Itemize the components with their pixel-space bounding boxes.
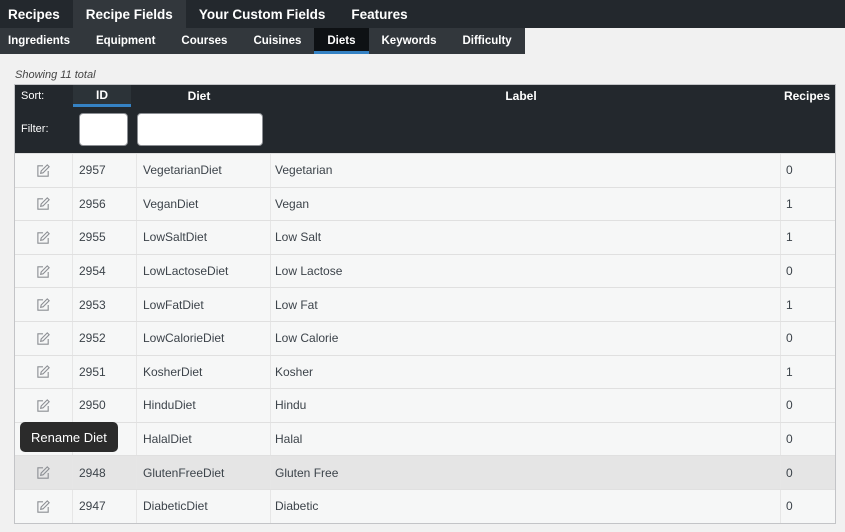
cell-recipes: 0 bbox=[786, 398, 793, 413]
cell-id: 2954 bbox=[73, 254, 137, 288]
cell-diet: LowSaltDiet bbox=[137, 221, 271, 254]
sort-label: Sort: bbox=[21, 90, 45, 102]
cell-recipes: 0 bbox=[786, 499, 793, 514]
sort-by-label[interactable]: Label bbox=[267, 85, 775, 107]
cell-label: Low Lactose bbox=[271, 254, 781, 288]
cell-diet: LowFatDiet bbox=[137, 288, 271, 321]
cell-recipes: 1 bbox=[786, 196, 793, 211]
cell-diet: GlutenFreeDiet bbox=[137, 456, 271, 489]
cell-id: 2957 bbox=[73, 154, 137, 187]
table-row: 2954 LowLactoseDiet Low Lactose 0 bbox=[15, 253, 835, 288]
edit-icon[interactable] bbox=[15, 254, 73, 288]
cell-diet: HinduDiet bbox=[137, 389, 271, 422]
table-row: 2950 HinduDiet Hindu 0 bbox=[15, 388, 835, 422]
cell-diet: VeganDiet bbox=[137, 187, 271, 221]
cell-diet: LowLactoseDiet bbox=[137, 254, 271, 288]
table-body: 2957 VegetarianDiet Vegetarian 0 2956 VeganDi… bbox=[15, 153, 835, 523]
cell-recipes: 0 bbox=[786, 465, 793, 480]
tab-features[interactable]: Features bbox=[338, 0, 420, 28]
edit-icon[interactable] bbox=[15, 187, 73, 221]
subtab-ingredients[interactable]: Ingredients bbox=[0, 28, 83, 54]
subtab-equipment[interactable]: Equipment bbox=[83, 28, 168, 54]
table-row: 2955 LowSaltDiet Low Salt 1 bbox=[15, 220, 835, 254]
sort-by-diet[interactable]: Diet bbox=[137, 85, 261, 107]
sort-by-recipes[interactable]: Recipes bbox=[775, 85, 837, 107]
cell-recipes: 0 bbox=[786, 163, 793, 178]
cell-id: 2955 bbox=[73, 221, 137, 254]
cell-id: 2952 bbox=[73, 321, 137, 355]
cell-label: Low Calorie bbox=[271, 321, 781, 355]
table-row: 2957 VegetarianDiet Vegetarian 0 bbox=[15, 153, 835, 187]
table-row: 2948 GlutenFreeDiet Gluten Free 0 bbox=[15, 455, 835, 489]
subtab-cuisines[interactable]: Cuisines bbox=[240, 28, 314, 54]
diets-table: Sort: Filter: ID Diet Label Recipes 2957… bbox=[14, 84, 836, 524]
cell-id: 2953 bbox=[73, 288, 137, 321]
rename-tooltip: Rename Diet bbox=[20, 422, 118, 452]
cell-diet: DiabeticDiet bbox=[137, 489, 271, 523]
id-filter-input[interactable] bbox=[79, 113, 128, 146]
subtab-diets[interactable]: Diets bbox=[314, 28, 369, 54]
cell-recipes: 1 bbox=[786, 364, 793, 379]
cell-recipes: 0 bbox=[786, 264, 793, 279]
cell-label: Vegan bbox=[271, 187, 781, 221]
cell-diet: KosherDiet bbox=[137, 355, 271, 389]
tab-recipes[interactable]: Recipes bbox=[0, 0, 73, 28]
cell-diet: VegetarianDiet bbox=[137, 154, 271, 187]
cell-id: 2947 bbox=[73, 489, 137, 523]
cell-id: 2950 bbox=[73, 389, 137, 422]
cell-label: Hindu bbox=[271, 389, 781, 422]
cell-recipes: 0 bbox=[786, 432, 793, 447]
cell-diet: HalalDiet bbox=[137, 422, 271, 456]
cell-label: Gluten Free bbox=[271, 456, 781, 489]
cell-recipes: 1 bbox=[786, 297, 793, 312]
edit-icon[interactable] bbox=[15, 321, 73, 355]
table-row: 2956 VeganDiet Vegan 1 bbox=[15, 186, 835, 221]
cell-recipes: 0 bbox=[786, 331, 793, 346]
edit-icon[interactable] bbox=[15, 288, 73, 321]
cell-id: 2948 bbox=[73, 456, 137, 489]
subtab-keywords[interactable]: Keywords bbox=[369, 28, 450, 54]
tab-recipe-fields[interactable]: Recipe Fields bbox=[72, 0, 186, 28]
sub-navigation: Ingredients Equipment Courses Cuisines Diets… bbox=[0, 28, 525, 54]
tab-your-custom-fields[interactable]: Your Custom Fields bbox=[186, 0, 339, 28]
sub-navigation-bar: Ingredients Equipment Courses Cuisines Diets… bbox=[0, 28, 845, 54]
edit-icon[interactable] bbox=[15, 489, 73, 523]
edit-icon[interactable] bbox=[15, 221, 73, 254]
table-row: 2953 LowFatDiet Low Fat 1 bbox=[15, 287, 835, 321]
top-navigation: Recipes Recipe Fields Your Custom Fields Fe… bbox=[0, 0, 845, 28]
cell-diet: LowCalorieDiet bbox=[137, 321, 271, 355]
cell-id: 2956 bbox=[73, 187, 137, 221]
showing-count: Showing 11 total bbox=[15, 69, 96, 81]
cell-label: Vegetarian bbox=[271, 154, 781, 187]
table-row: 2951 KosherDiet Kosher 1 bbox=[15, 354, 835, 389]
table-row: 2947 DiabeticDiet Diabetic 0 bbox=[15, 488, 835, 523]
edit-icon[interactable] bbox=[15, 154, 73, 187]
cell-label: Diabetic bbox=[271, 489, 781, 523]
edit-icon[interactable] bbox=[15, 355, 73, 389]
table-row: 2952 LowCalorieDiet Low Calorie 0 bbox=[15, 320, 835, 355]
cell-recipes: 1 bbox=[786, 230, 793, 245]
cell-label: Low Salt bbox=[271, 221, 781, 254]
cell-label: Low Fat bbox=[271, 288, 781, 321]
sort-by-id[interactable]: ID bbox=[73, 85, 131, 107]
filter-label: Filter: bbox=[21, 123, 49, 135]
cell-label: Kosher bbox=[271, 355, 781, 389]
cell-id: 2951 bbox=[73, 355, 137, 389]
subtab-courses[interactable]: Courses bbox=[168, 28, 240, 54]
subtab-difficulty[interactable]: Difficulty bbox=[449, 28, 524, 54]
cell-label: Halal bbox=[271, 422, 781, 456]
table-row: 2949HalalDietHalal0 bbox=[15, 421, 835, 456]
edit-icon[interactable] bbox=[15, 456, 73, 489]
diet-filter-input[interactable] bbox=[137, 113, 263, 146]
edit-icon[interactable] bbox=[15, 389, 73, 422]
table-header: Sort: Filter: ID Diet Label Recipes bbox=[15, 85, 835, 153]
